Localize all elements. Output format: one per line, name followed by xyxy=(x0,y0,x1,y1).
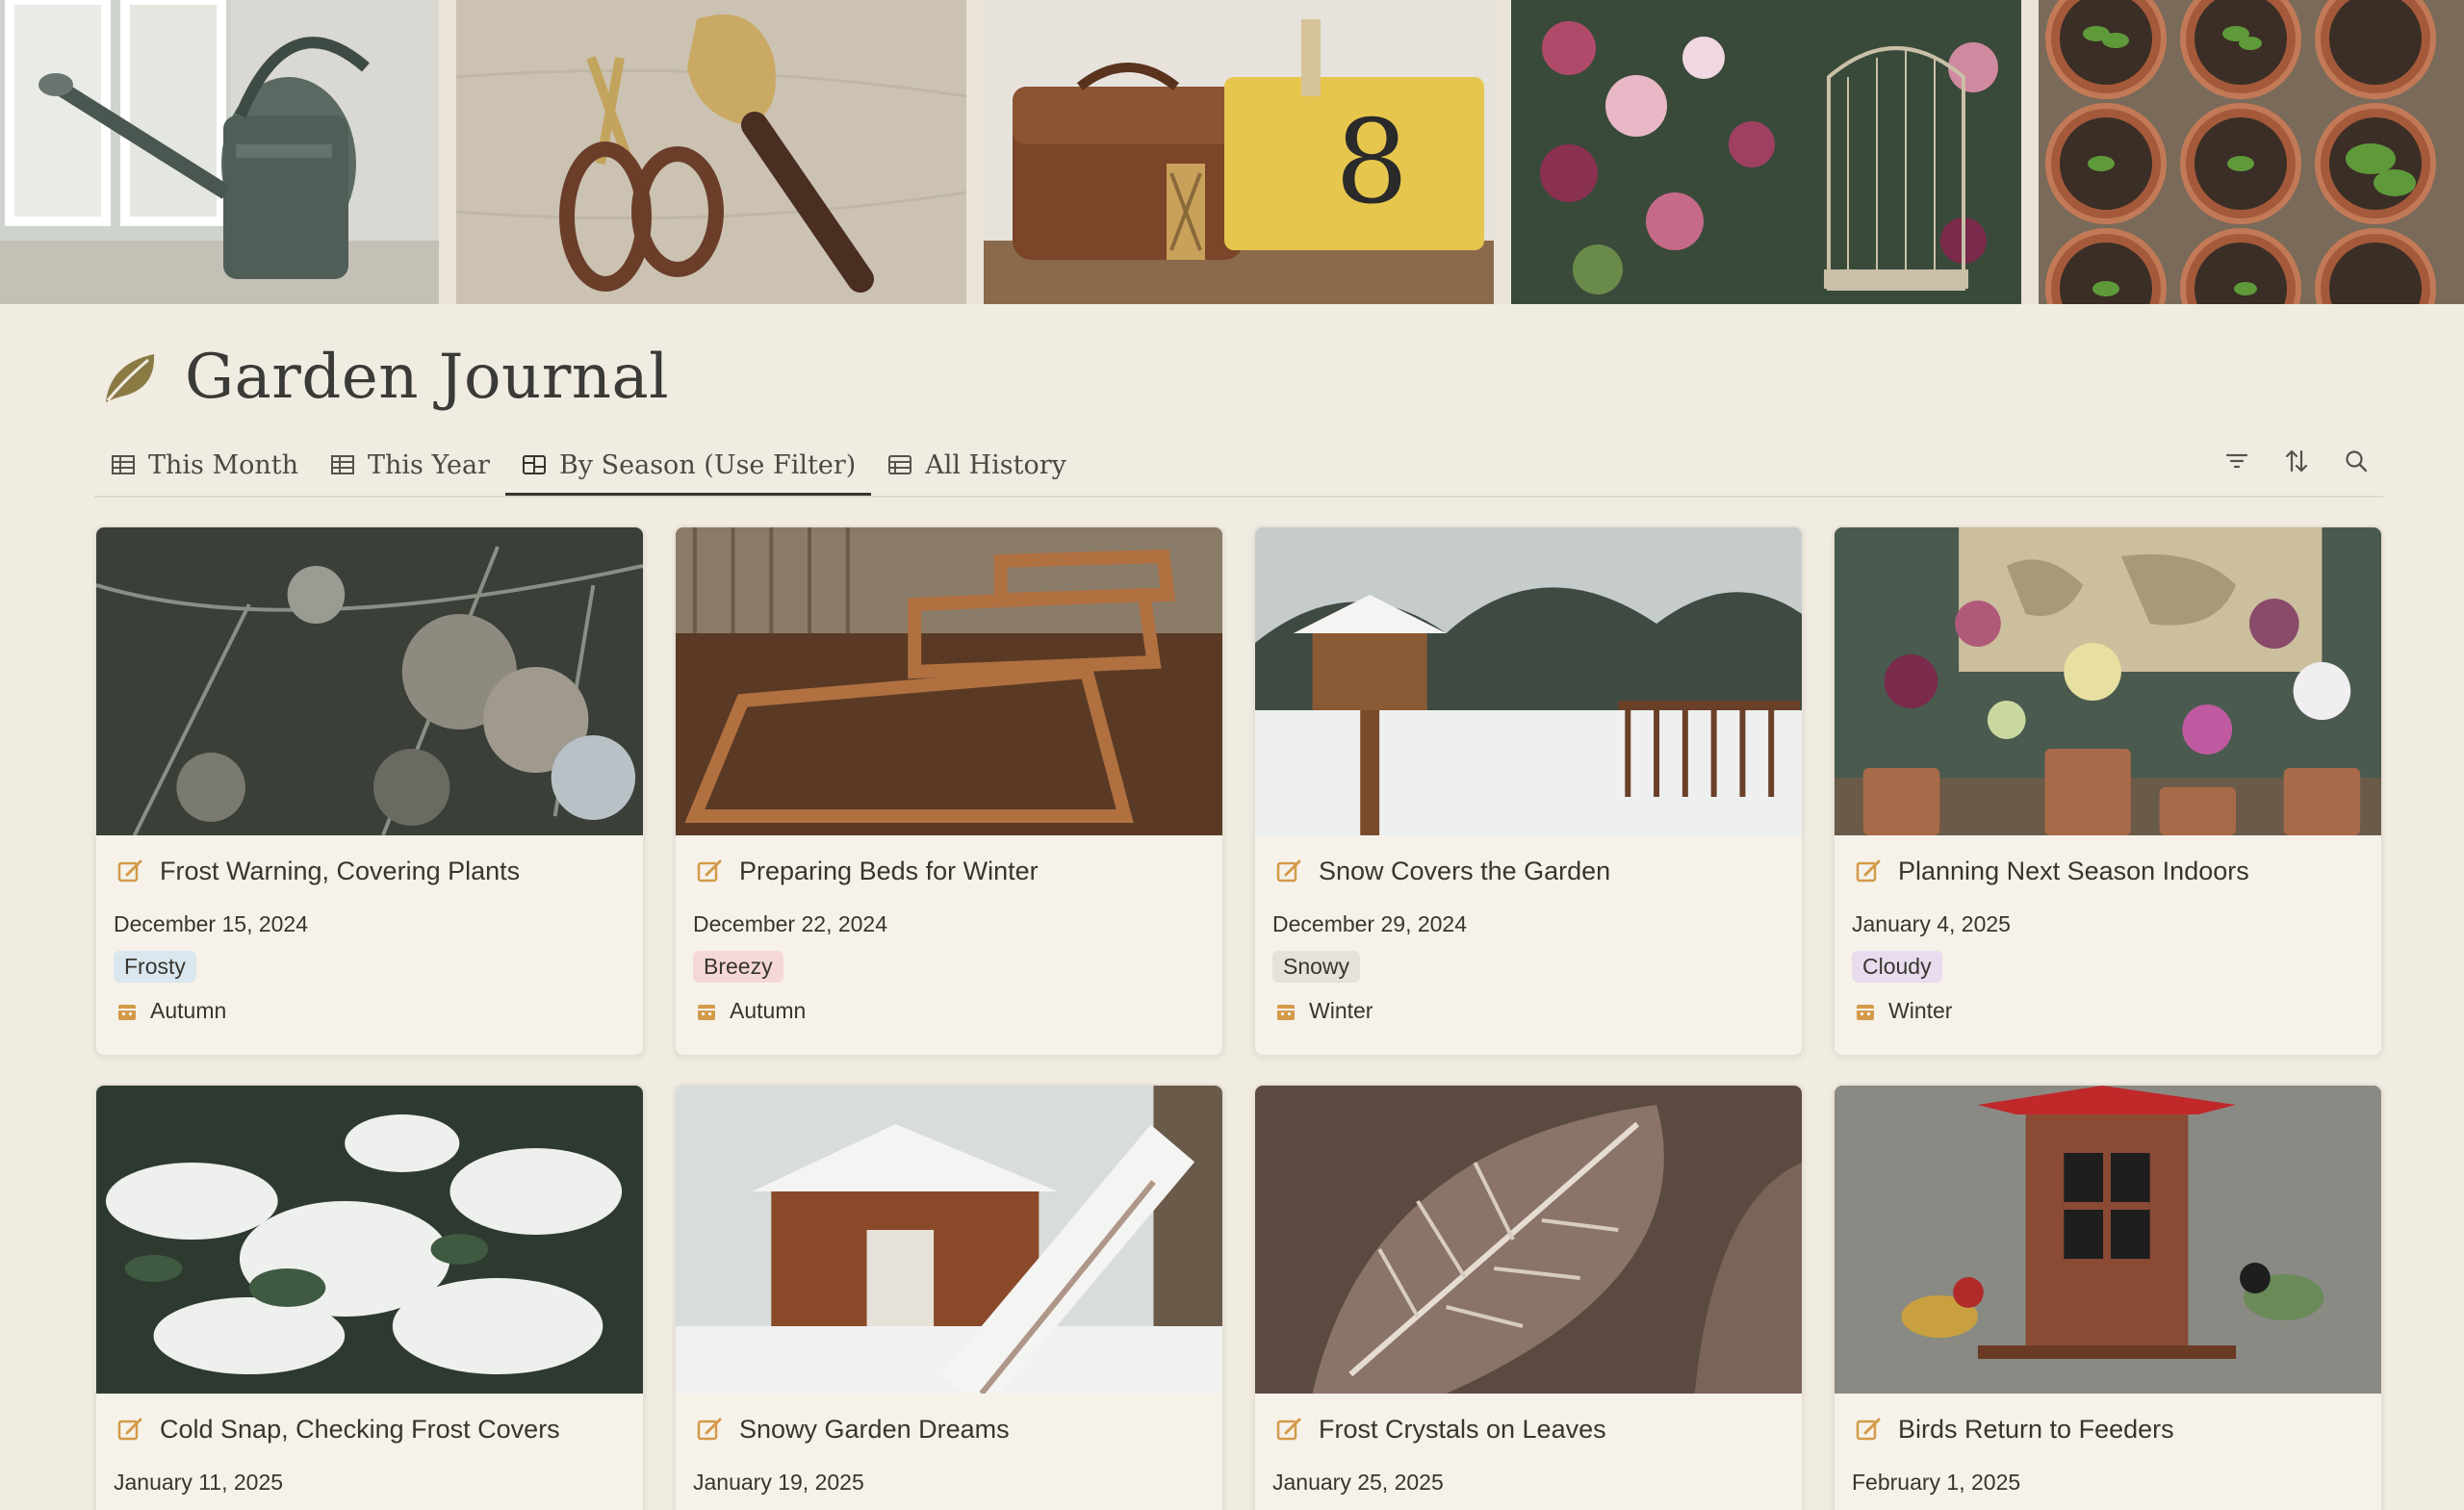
tab-label: This Month xyxy=(148,449,299,480)
edit-note-icon xyxy=(117,1418,142,1440)
edit-note-icon xyxy=(117,859,142,882)
sort-button[interactable] xyxy=(2279,444,2314,478)
snowy-shed-photo xyxy=(676,1086,1222,1394)
seedling-pots-photo xyxy=(2039,0,2464,304)
card-title[interactable]: Birds Return to Feeders xyxy=(1854,1415,2381,1445)
frosted-branches-photo xyxy=(96,527,643,835)
season-property: Autumn xyxy=(116,998,643,1024)
card-date: February 1, 2025 xyxy=(1852,1470,2021,1495)
season-label: Autumn xyxy=(150,998,227,1023)
page-title[interactable]: Garden Journal xyxy=(185,342,669,413)
sort-icon xyxy=(2285,449,2308,473)
journal-card[interactable]: Cold Snap, Checking Frost Covers January… xyxy=(94,1084,645,1510)
card-title[interactable]: Planning Next Season Indoors xyxy=(1854,857,2381,886)
card-title-text: Snowy Garden Dreams xyxy=(739,1415,1010,1444)
flowers-birdcage-photo xyxy=(1511,0,2021,304)
calendar-icon xyxy=(1277,1004,1295,1020)
card-title-text: Cold Snap, Checking Frost Covers xyxy=(160,1415,560,1444)
card-title[interactable]: Frost Crystals on Leaves xyxy=(1274,1415,1802,1445)
card-date: January 25, 2025 xyxy=(1272,1470,1444,1495)
card-title[interactable]: Cold Snap, Checking Frost Covers xyxy=(116,1415,643,1445)
tab-label: This Year xyxy=(368,449,490,480)
calendar-icon xyxy=(1857,1004,1874,1020)
tab-all-history[interactable]: All History xyxy=(871,435,1082,495)
weather-tag: Snowy xyxy=(1272,951,1361,983)
card-date: January 11, 2025 xyxy=(114,1470,284,1495)
journal-card[interactable]: Preparing Beds for Winter December 22, 2… xyxy=(674,525,1224,1057)
journal-card[interactable]: Birds Return to Feeders February 1, 2025 xyxy=(1833,1084,2383,1510)
snowy-birdhouse-photo xyxy=(1255,527,1802,835)
filter-icon xyxy=(2225,453,2248,469)
edit-note-icon xyxy=(697,859,722,882)
page-header: Garden Journal xyxy=(100,339,669,416)
filter-button[interactable] xyxy=(2220,444,2254,478)
tab-label: By Season (Use Filter) xyxy=(558,449,857,480)
card-title[interactable]: Frost Warning, Covering Plants xyxy=(116,857,643,886)
search-button[interactable] xyxy=(2339,444,2374,478)
table-icon xyxy=(112,455,135,474)
board-icon xyxy=(522,455,546,474)
page-cover-banner[interactable]: 8 xyxy=(0,0,2464,304)
card-title-text: Planning Next Season Indoors xyxy=(1898,857,2249,885)
season-label: Autumn xyxy=(730,998,807,1023)
card-date: January 4, 2025 xyxy=(1852,911,2011,936)
card-title-text: Snow Covers the Garden xyxy=(1319,857,1611,885)
frost-leaf-photo xyxy=(1255,1086,1802,1394)
season-property: Winter xyxy=(1274,998,1802,1024)
bird-feeder-photo xyxy=(1835,1086,2381,1394)
weather-tag: Frosty xyxy=(114,951,196,983)
journal-card[interactable]: Frost Warning, Covering Plants December … xyxy=(94,525,645,1057)
indoor-plants-map-photo xyxy=(1835,527,2381,835)
table-icon xyxy=(331,455,355,474)
calendar-icon xyxy=(118,1004,136,1020)
leaf-icon[interactable] xyxy=(100,346,162,408)
tab-this-year[interactable]: This Year xyxy=(314,435,505,495)
season-label: Winter xyxy=(1888,998,1953,1023)
edit-note-icon xyxy=(1856,859,1881,882)
weather-tag: Cloudy xyxy=(1852,951,1942,983)
weather-tag: Breezy xyxy=(693,951,783,983)
card-title[interactable]: Preparing Beds for Winter xyxy=(695,857,1222,886)
view-tabs: This Month This Year By Season (Use Filt… xyxy=(94,435,1082,497)
tab-by-season[interactable]: By Season (Use Filter) xyxy=(504,435,872,497)
journal-card[interactable]: Frost Crystals on Leaves January 25, 202… xyxy=(1253,1084,1804,1510)
edit-note-icon xyxy=(1856,1418,1881,1440)
card-date: December 29, 2024 xyxy=(1272,911,1468,936)
card-title-text: Birds Return to Feeders xyxy=(1898,1415,2174,1444)
svg-text:8: 8 xyxy=(1335,96,1408,230)
snow-leaves-photo xyxy=(96,1086,643,1394)
card-title-text: Frost Crystals on Leaves xyxy=(1319,1415,1606,1444)
card-date: December 15, 2024 xyxy=(114,911,309,936)
card-date: January 19, 2025 xyxy=(693,1470,864,1495)
edit-note-icon xyxy=(697,1418,722,1440)
list-icon xyxy=(888,455,912,474)
edit-note-icon xyxy=(1276,859,1301,882)
season-property: Autumn xyxy=(695,998,1222,1024)
card-title-text: Preparing Beds for Winter xyxy=(739,857,1039,885)
satchel-bucket-photo: 8 xyxy=(984,0,1494,304)
season-property: Winter xyxy=(1854,998,2381,1024)
edit-note-icon xyxy=(1276,1418,1301,1440)
search-icon xyxy=(2346,450,2368,473)
card-title[interactable]: Snowy Garden Dreams xyxy=(695,1415,1222,1445)
calendar-icon xyxy=(698,1004,715,1020)
tab-divider xyxy=(94,496,2383,498)
card-title[interactable]: Snow Covers the Garden xyxy=(1274,857,1802,886)
view-toolbar xyxy=(2220,441,2374,481)
raised-beds-photo xyxy=(676,527,1222,835)
season-label: Winter xyxy=(1309,998,1373,1023)
journal-card[interactable]: Snow Covers the Garden December 29, 2024… xyxy=(1253,525,1804,1057)
card-title-text: Frost Warning, Covering Plants xyxy=(160,857,521,885)
tab-label: All History xyxy=(925,449,1066,480)
journal-card[interactable]: Snowy Garden Dreams January 19, 2025 xyxy=(674,1084,1224,1510)
journal-card[interactable]: Planning Next Season Indoors January 4, … xyxy=(1833,525,2383,1057)
watering-can-photo xyxy=(0,0,439,304)
tab-this-month[interactable]: This Month xyxy=(94,435,314,495)
garden-shears-trowel-photo xyxy=(456,0,966,304)
card-date: December 22, 2024 xyxy=(693,911,888,936)
